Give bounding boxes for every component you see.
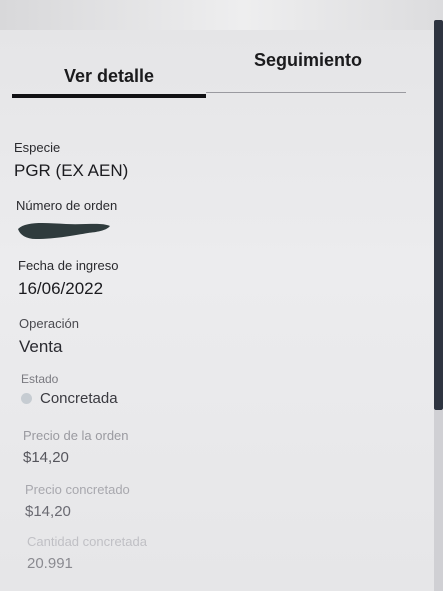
numero-orden-label: Número de orden — [16, 198, 118, 213]
estado-value: Concretada — [40, 390, 118, 407]
tab-bar: Ver detalle Seguimiento — [12, 40, 408, 100]
field-estado: Estado Concretada — [21, 372, 118, 407]
precio-concretado-value: $14,20 — [25, 503, 71, 520]
scrollbar[interactable] — [434, 20, 443, 410]
field-precio-concretado: Precio concretado $14,20 — [25, 482, 130, 520]
field-precio-orden: Precio de la orden $14,20 — [23, 428, 129, 466]
operacion-value: Venta — [19, 337, 63, 356]
cantidad-concretada-value: 20.991 — [27, 555, 73, 572]
precio-orden-label: Precio de la orden — [23, 428, 129, 443]
field-especie: Especie PGR (EX AEN) — [14, 140, 128, 181]
tab-seguimiento[interactable]: Seguimiento — [208, 32, 408, 88]
tab-divider-line — [206, 92, 406, 93]
especie-value: PGR (EX AEN) — [14, 161, 129, 180]
precio-orden-value: $14,20 — [23, 449, 69, 466]
fecha-ingreso-label: Fecha de ingreso — [18, 258, 119, 273]
field-numero-orden: Número de orden — [16, 198, 117, 246]
tab-ver-detalle-label: Ver detalle — [63, 65, 155, 86]
redaction-mark — [18, 223, 110, 239]
estado-status: Concretada — [21, 390, 118, 407]
cantidad-concretada-label: Cantidad concretada — [27, 534, 147, 549]
estado-label: Estado — [21, 372, 59, 386]
scrollbar-track — [434, 410, 443, 591]
top-bar — [0, 0, 443, 30]
field-fecha-ingreso: Fecha de ingreso 16/06/2022 — [18, 258, 118, 299]
active-tab-indicator — [12, 94, 206, 98]
field-operacion: Operación Venta — [19, 316, 79, 357]
fecha-ingreso-value: 16/06/2022 — [18, 279, 104, 298]
redacted-order-number — [18, 223, 110, 239]
status-dot-icon — [21, 393, 32, 404]
operacion-label: Operación — [19, 316, 79, 331]
order-detail-screen: Ver detalle Seguimiento Especie PGR (EX … — [0, 0, 443, 591]
especie-label: Especie — [14, 140, 61, 155]
precio-concretado-label: Precio concretado — [25, 482, 130, 497]
tab-seguimiento-label: Seguimiento — [253, 49, 362, 70]
field-cantidad-concretada: Cantidad concretada 20.991 — [27, 534, 147, 572]
